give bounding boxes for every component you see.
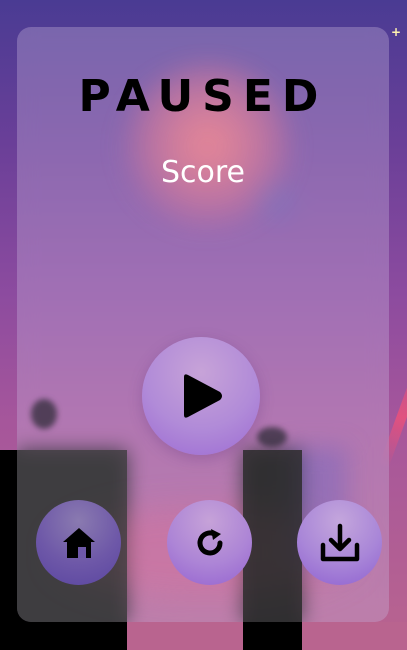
play-icon [184, 374, 222, 418]
score-label: Score [160, 155, 246, 190]
sparkle-icon: + [390, 25, 401, 39]
resume-button[interactable] [142, 337, 260, 455]
download-button[interactable] [297, 500, 382, 585]
game-scene: + PAUSED Score [0, 0, 407, 650]
blurred-pillar-middle [243, 450, 302, 622]
download-icon [320, 523, 359, 561]
blurred-object [257, 427, 287, 447]
home-icon [62, 527, 95, 558]
pause-title: PAUSED [78, 71, 328, 122]
restart-icon [197, 528, 222, 555]
home-button[interactable] [36, 500, 121, 585]
blurred-character [31, 399, 57, 429]
restart-button[interactable] [167, 500, 252, 585]
pause-panel: PAUSED Score [17, 27, 389, 622]
